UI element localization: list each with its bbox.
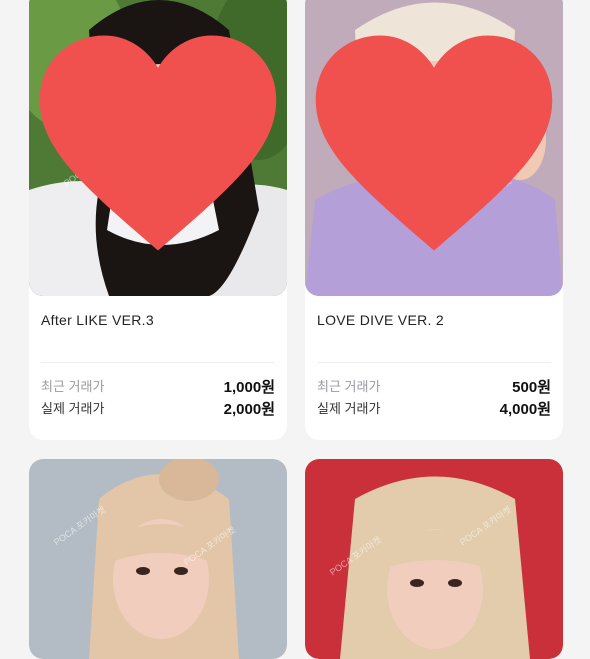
recent-price-label: 최근 거래가 [41, 379, 105, 394]
actual-price-value: 4,000원 [499, 401, 551, 418]
product-photo[interactable]: POCA 포카마켓 POCA 포카마켓 [29, 459, 287, 659]
recent-price-row: 최근 거래가 500원 [317, 376, 551, 397]
product-photo[interactable]: POCA 포카마켓 POCA 포카마켓 [305, 0, 563, 296]
actual-price-label: 실제 거래가 [41, 401, 105, 416]
photo-image [29, 459, 287, 659]
product-photo[interactable]: POCA 포카마켓 POCA 포카마켓 [305, 459, 563, 659]
recent-price-label: 최근 거래가 [317, 379, 381, 394]
recent-price-value: 1,000원 [223, 379, 275, 396]
recent-price-value: 500원 [512, 379, 551, 396]
recent-price-row: 최근 거래가 1,000원 [41, 376, 275, 397]
product-photo[interactable]: POCA 포카마켓 POCA 포카마켓 [29, 0, 287, 296]
product-card[interactable]: POCA 포카마켓 POCA 포카마켓 LOVE DIVE VER. 2 최근 … [305, 0, 563, 440]
divider [41, 362, 275, 363]
product-title: LOVE DIVE VER. 2 [317, 312, 444, 328]
photocard-grid: POCA 포카마켓 POCA 포카마켓 After LIKE VER.3 최근 … [0, 0, 590, 659]
actual-price-row: 실제 거래가 4,000원 [317, 398, 551, 419]
heart-icon[interactable] [305, 0, 563, 296]
product-title: After LIKE VER.3 [41, 312, 154, 328]
actual-price-label: 실제 거래가 [317, 401, 381, 416]
product-card[interactable]: POCA 포카마켓 POCA 포카마켓 [29, 459, 287, 659]
heart-icon[interactable] [29, 0, 287, 296]
product-card[interactable]: POCA 포카마켓 POCA 포카마켓 After LIKE VER.3 최근 … [29, 0, 287, 440]
actual-price-row: 실제 거래가 2,000원 [41, 398, 275, 419]
actual-price-value: 2,000원 [223, 401, 275, 418]
divider [317, 362, 551, 363]
product-card[interactable]: POCA 포카마켓 POCA 포카마켓 [305, 459, 563, 659]
